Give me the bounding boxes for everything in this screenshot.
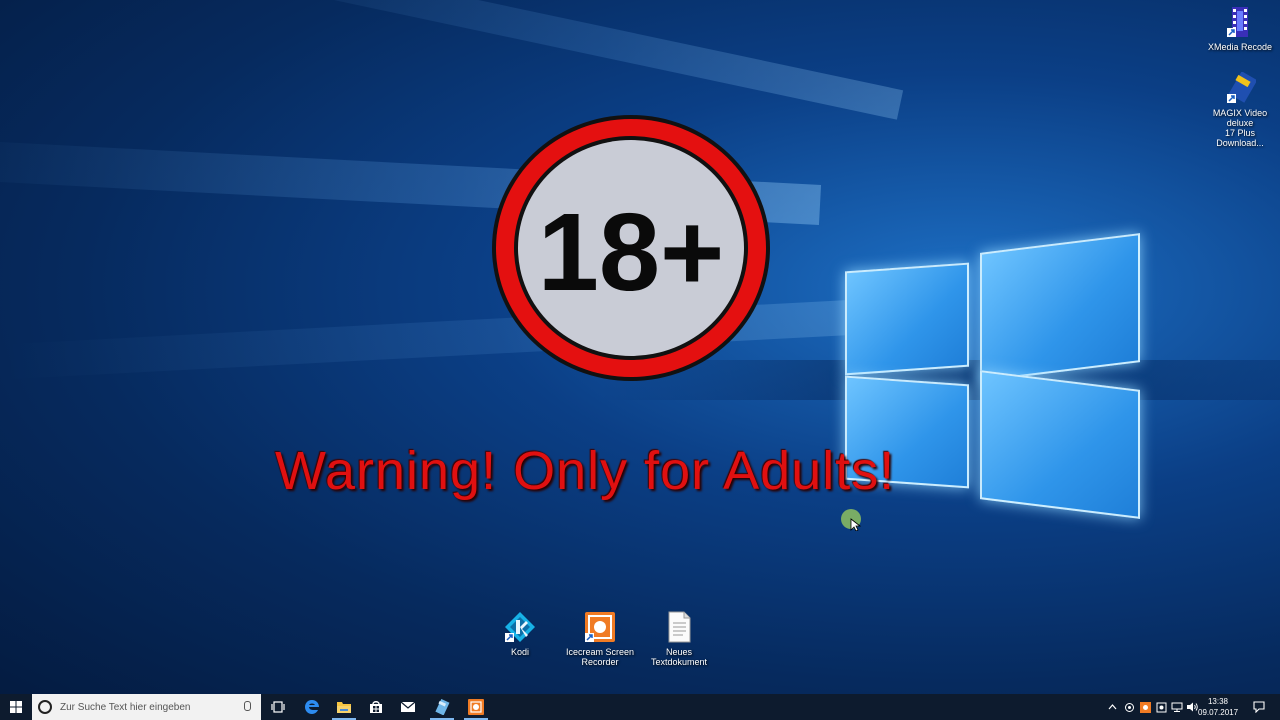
search-placeholder: Zur Suche Text hier eingeben xyxy=(60,701,191,713)
desktop-icon-label: XMedia Recode xyxy=(1207,42,1273,52)
desktop-icon-label: Kodi xyxy=(510,647,529,657)
clock-date: 09.07.2017 xyxy=(1198,708,1239,717)
tray-network[interactable] xyxy=(1169,694,1185,720)
desktop-icon-kodi[interactable]: Kodi xyxy=(484,611,556,657)
sign-text: 18+ xyxy=(538,191,725,314)
windows-start-icon xyxy=(10,701,22,713)
logo-pane-bottom-right xyxy=(980,370,1140,519)
age-rating-sign: 18+ xyxy=(492,115,770,381)
desktop-icon-magix-video[interactable]: MAGIX Video deluxe 17 Plus Download... xyxy=(1204,71,1276,148)
text-document-icon xyxy=(663,611,695,643)
tray-app-3[interactable] xyxy=(1153,694,1169,720)
mail-icon xyxy=(400,701,416,712)
desktop-icon-text-document[interactable]: Neues Textdokument xyxy=(643,611,715,667)
magix-video-icon xyxy=(1224,71,1258,104)
edge-icon xyxy=(305,700,319,714)
store-icon xyxy=(370,701,382,713)
taskbar-edge[interactable] xyxy=(296,694,328,720)
taskbar-store[interactable] xyxy=(360,694,392,720)
notification-icon xyxy=(1253,701,1265,713)
clock-time: 13:38 xyxy=(1207,697,1229,706)
desktop-icon-label: Neues Textdokument xyxy=(650,647,708,667)
volume-icon xyxy=(1187,702,1198,712)
icecream-tray-icon xyxy=(1139,701,1151,713)
tray-screen-icon xyxy=(1156,702,1166,712)
search-input[interactable]: Zur Suche Text hier eingeben xyxy=(32,694,261,720)
network-icon xyxy=(1171,702,1183,712)
desktop-icon-label-line1: MAGIX Video deluxe xyxy=(1212,108,1268,128)
desktop-icon-xmedia-recode[interactable]: XMedia Recode xyxy=(1204,6,1276,52)
xmedia-recode-icon xyxy=(1224,6,1256,38)
icecream-recorder-icon xyxy=(584,611,616,643)
desktop: 18+ Warning! Only for Adults! XMedia Rec… xyxy=(0,0,1280,694)
light-beam xyxy=(163,0,904,120)
taskbar-mail[interactable] xyxy=(392,694,424,720)
taskbar-file-explorer[interactable] xyxy=(328,694,360,720)
task-view-button[interactable] xyxy=(264,694,292,720)
warning-text: Warning! Only for Adults! xyxy=(275,441,896,501)
chevron-up-icon xyxy=(1108,704,1116,710)
start-button[interactable] xyxy=(0,694,32,720)
file-explorer-icon xyxy=(337,702,351,713)
kodi-icon xyxy=(504,611,536,643)
desktop-icon-icecream-recorder[interactable]: Icecream Screen Recorder xyxy=(564,611,636,667)
cortana-icon xyxy=(38,700,52,714)
tray-target-icon xyxy=(1124,702,1134,712)
logo-pane-top-right xyxy=(980,233,1140,382)
tray-app-1[interactable] xyxy=(1121,694,1137,720)
task-view-icon xyxy=(271,701,285,713)
taskbar-icecream[interactable] xyxy=(460,694,492,720)
mouse-cursor-icon xyxy=(841,509,862,531)
tray-show-hidden[interactable] xyxy=(1104,694,1120,720)
tray-icecream[interactable] xyxy=(1137,694,1153,720)
icecream-icon xyxy=(468,699,484,715)
desktop-icon-label-line2: 17 Plus Download... xyxy=(1216,128,1264,148)
magix-icon xyxy=(435,699,450,715)
taskbar: Zur Suche Text hier eingeben 13:38 09.07… xyxy=(0,694,1280,720)
taskbar-magix[interactable] xyxy=(426,694,458,720)
action-center-button[interactable] xyxy=(1246,694,1272,720)
desktop-icon-label-line1: Icecream Screen xyxy=(565,647,635,657)
microphone-icon[interactable] xyxy=(244,701,251,711)
taskbar-clock[interactable]: 13:38 09.07.2017 xyxy=(1198,696,1238,718)
logo-pane-top-left xyxy=(845,262,969,376)
desktop-icon-label-line2: Recorder xyxy=(581,657,619,667)
